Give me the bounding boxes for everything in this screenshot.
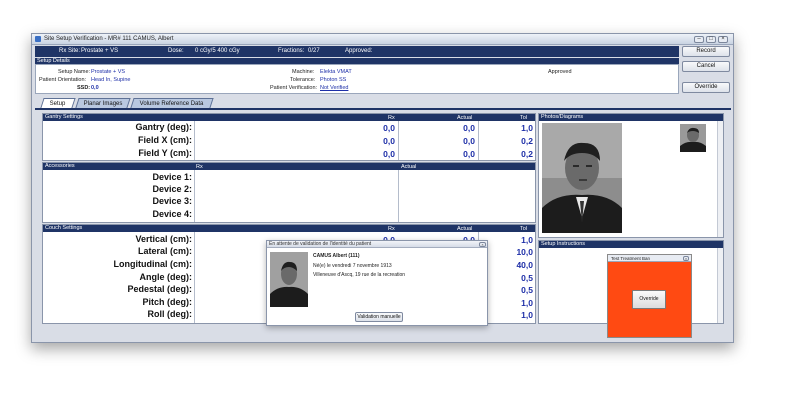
identity-validation-dialog: En attente de validation de l'identité d…	[266, 240, 488, 326]
device-3-label: Device 3:	[152, 196, 192, 206]
tab-volume-reference[interactable]: Volume Reference Data	[130, 98, 214, 108]
override-button[interactable]: Override	[682, 82, 730, 93]
field-y-rx-value: 0,0	[383, 149, 395, 159]
field-y-actual-value[interactable]: 0,0	[413, 149, 475, 159]
treatment-ban-override-button[interactable]: Override	[632, 290, 666, 309]
couch-col-tol: Tol	[520, 226, 528, 232]
dialog-patient-name: CAMUS Albert (111)	[313, 253, 360, 259]
gantry-divider-2	[398, 121, 399, 160]
gantry-col-tol: Tol	[520, 115, 528, 121]
tab-planar-images[interactable]: Planar Images	[75, 98, 131, 108]
longitudinal-label: Longitudinal (cm):	[113, 259, 193, 269]
field-y-label: Field Y (cm):	[138, 148, 192, 158]
instructions-header: Setup Instructions	[539, 241, 723, 248]
gantry-rx-value: 0,0	[383, 123, 395, 133]
rx-site-value: Prostate + VS	[81, 48, 119, 54]
dialog-patient-photo	[270, 252, 308, 307]
field-x-actual-value[interactable]: 0,0	[413, 136, 475, 146]
treatment-ban-title: Test Treatment Ban	[608, 255, 691, 262]
fractions-label: Fractions:	[278, 48, 305, 54]
field-x-rx-value: 0,0	[383, 136, 395, 146]
dialog-title: En attente de validation de l'identité d…	[267, 241, 487, 248]
treatment-ban-close-icon[interactable]: ×	[683, 256, 689, 261]
gantry-row-label: Gantry (deg):	[135, 122, 192, 132]
gantry-divider-1	[194, 121, 195, 160]
verification-link[interactable]: Not Verified	[320, 85, 348, 91]
gantry-col-rx: Rx	[388, 115, 395, 121]
dialog-patient-address: Villeneuve d'Ascq, 19 rue de la recreati…	[313, 272, 406, 278]
angle-label: Angle (deg):	[139, 272, 193, 282]
patient-photo-large[interactable]	[542, 123, 622, 233]
machine-label: Machine:	[292, 69, 315, 75]
window-title: Site Setup Verification - MR# 111 CAMUS,…	[44, 36, 174, 42]
field-x-tol-value: 0,2	[521, 136, 533, 146]
accessories-panel: Accessories Rx Actual Device 1: Device 2…	[42, 162, 536, 223]
roll-label: Roll (deg):	[147, 309, 193, 319]
device-4-label: Device 4:	[152, 209, 192, 219]
approved-status: Approved	[548, 69, 572, 75]
photos-panel: Photos/Diagrams	[538, 113, 724, 238]
couch-divider-1	[194, 232, 195, 323]
vertical-label: Vertical (cm):	[135, 234, 192, 244]
dose-value: 0 cGy/5 400 cGy	[195, 48, 240, 54]
verification-label: Patient Verification:	[270, 85, 318, 91]
machine-value: Elekta VMAT	[320, 69, 352, 75]
gantry-actual-value[interactable]: 0,0	[413, 123, 475, 133]
ssd-label: SSD:	[77, 85, 91, 91]
ssd-value: 0,0	[91, 85, 99, 91]
couch-col-actual: Actual	[457, 226, 473, 232]
photos-header: Photos/Diagrams	[539, 114, 723, 121]
approved-label: Approved:	[345, 48, 373, 54]
accessories-divider-1	[194, 170, 195, 222]
dialog-close-icon[interactable]: ×	[479, 242, 486, 247]
dose-label: Dose:	[168, 48, 184, 54]
accessories-col-rx: Rx	[196, 164, 203, 170]
photos-scrollbar[interactable]	[717, 121, 723, 237]
field-x-label: Field X (cm):	[137, 135, 192, 145]
minimize-icon[interactable]: –	[694, 36, 704, 43]
instructions-scrollbar[interactable]	[717, 248, 723, 323]
maximize-icon[interactable]: □	[706, 36, 716, 43]
dialog-patient-birth: Né(e) le vendredi 7 novembre 1913	[313, 263, 392, 269]
setup-name-label: Setup Name:	[58, 69, 91, 75]
accessories-col-actual: Actual	[401, 164, 417, 170]
cancel-button[interactable]: Cancel	[682, 61, 730, 72]
accessories-header: Accessories	[43, 163, 535, 170]
rx-site-label: Rx Site:	[59, 48, 81, 54]
tolerance-label: Tolerance:	[290, 77, 316, 83]
patient-photo-thumbnail[interactable]	[680, 124, 706, 152]
gantry-tol-value: 1,0	[521, 123, 533, 133]
pedestal-label: Pedestal (deg):	[127, 284, 192, 294]
field-y-tol-value: 0,2	[521, 149, 533, 159]
accessories-divider-2	[398, 170, 399, 222]
setup-name-value: Prostate + VS	[91, 69, 126, 75]
device-2-label: Device 2:	[152, 184, 192, 194]
fractions-value: 0/27	[308, 48, 320, 54]
pitch-label: Pitch (deg):	[142, 297, 193, 307]
tolerance-value: Photon SS	[320, 77, 347, 83]
app-icon	[35, 36, 41, 42]
orientation-label: Patient Orientation:	[39, 77, 87, 83]
title-bar: Site Setup Verification - MR# 111 CAMUS,…	[32, 34, 733, 45]
setup-details-panel: Setup Name: Prostate + VS Patient Orient…	[35, 64, 679, 94]
plan-header: Rx Site: Prostate + VS Dose: 0 cGy/5 400…	[35, 46, 679, 57]
orientation-value: Head In, Supine	[91, 77, 131, 83]
gantry-panel: Gantry Settings Rx Actual Tol Gantry (de…	[42, 113, 536, 161]
manual-validation-button[interactable]: Validation manuelle	[355, 312, 403, 322]
gantry-col-actual: Actual	[457, 115, 473, 121]
couch-col-rx: Rx	[388, 226, 395, 232]
tab-setup[interactable]: Setup	[40, 98, 76, 108]
lateral-label: Lateral (cm):	[137, 246, 192, 256]
device-1-label: Device 1:	[152, 172, 192, 182]
test-treatment-ban-dialog: Test Treatment Ban × Override	[607, 254, 692, 338]
tab-underline	[35, 108, 731, 110]
record-button[interactable]: Record	[682, 46, 730, 57]
close-icon[interactable]: ×	[718, 36, 728, 43]
